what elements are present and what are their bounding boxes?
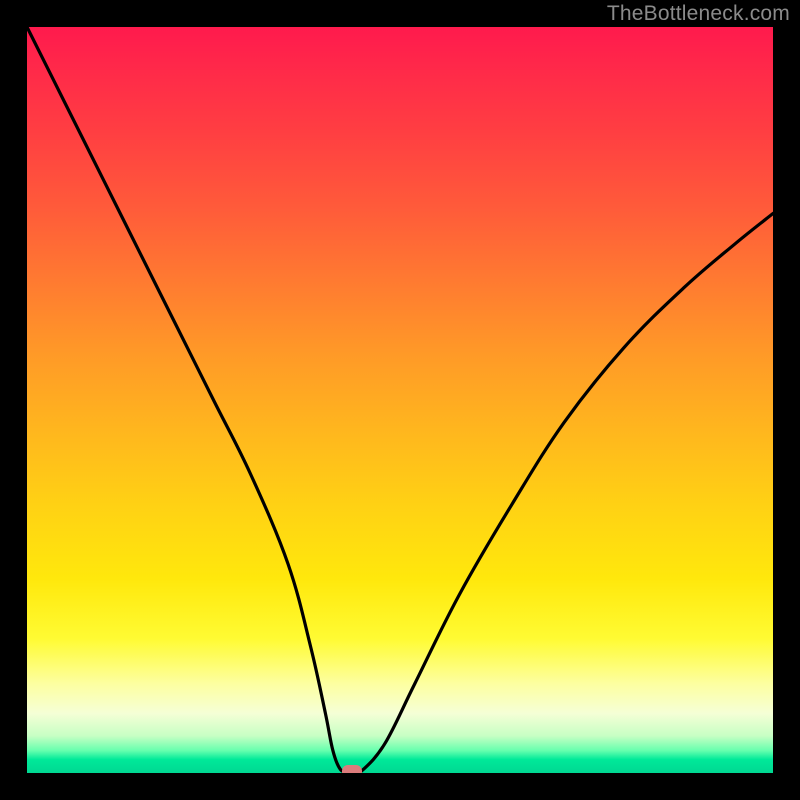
plot-area — [27, 27, 773, 773]
optimal-point-marker — [342, 765, 362, 773]
chart-frame: TheBottleneck.com — [0, 0, 800, 800]
watermark-label: TheBottleneck.com — [607, 2, 790, 26]
bottleneck-curve — [27, 27, 773, 773]
